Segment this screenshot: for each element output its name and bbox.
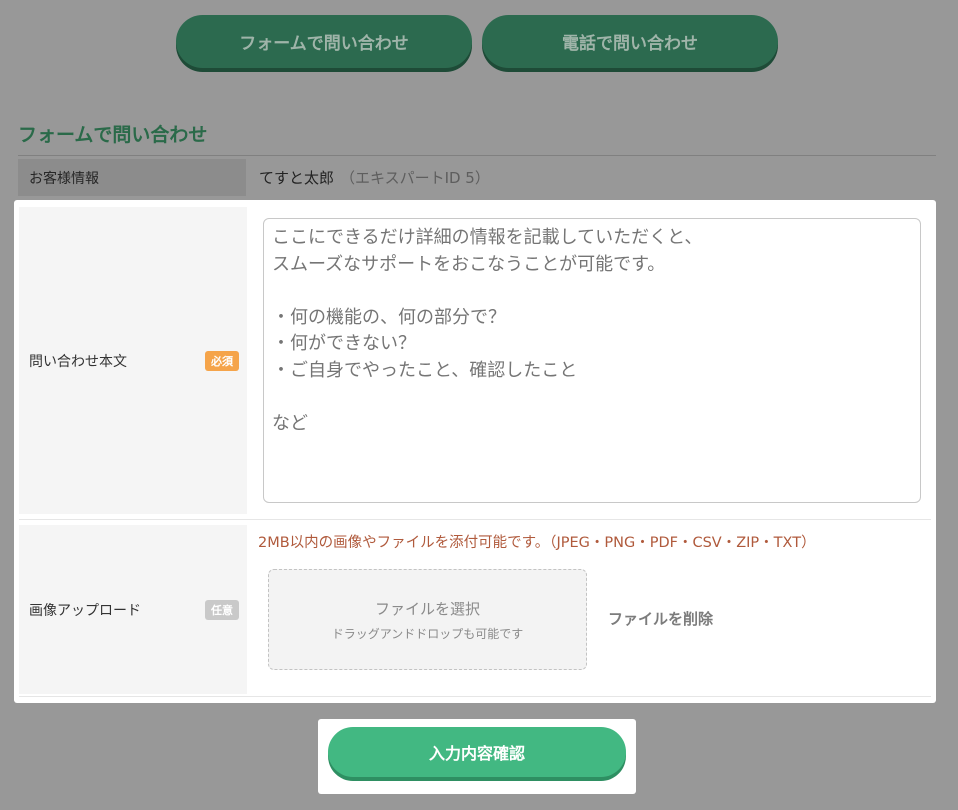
file-dropzone[interactable]: ファイルを選択 ドラッグアンドドロップも可能です xyxy=(268,569,587,670)
customer-info-label: お客様情報 xyxy=(18,159,246,196)
required-badge: 必須 xyxy=(205,350,239,371)
customer-info-value: てすと太郎 （エキスパートID 5） xyxy=(259,159,490,196)
inquiry-body-textarea[interactable] xyxy=(263,218,921,503)
tab-form-inquiry[interactable]: フォームで問い合わせ xyxy=(176,15,472,68)
form-panel: 問い合わせ本文 必須 画像アップロード 任意 2MB以内の画像やファイルを添付可… xyxy=(14,200,936,703)
file-select-label: ファイルを選択 xyxy=(374,600,480,618)
inquiry-body-label: 問い合わせ本文 xyxy=(29,353,127,370)
submit-area: 入力内容確認 xyxy=(318,719,636,794)
customer-name: てすと太郎 xyxy=(259,169,335,187)
image-upload-label: 画像アップロード xyxy=(29,602,141,619)
confirm-input-button[interactable]: 入力内容確認 xyxy=(328,727,626,777)
customer-expert-id: （エキスパートID 5） xyxy=(340,169,490,187)
tab-phone-inquiry[interactable]: 電話で問い合わせ xyxy=(482,15,778,68)
section-title: フォームで問い合わせ xyxy=(18,124,208,146)
optional-badge: 任意 xyxy=(205,599,239,620)
inquiry-body-label-cell: 問い合わせ本文 必須 xyxy=(19,207,247,514)
row-divider xyxy=(19,519,931,520)
delete-file-button[interactable]: ファイルを削除 xyxy=(608,608,713,629)
image-upload-label-cell: 画像アップロード 任意 xyxy=(19,525,247,694)
title-divider xyxy=(18,155,936,156)
upload-note: 2MB以内の画像やファイルを添付可能です。（JPEG・PNG・PDF・CSV・Z… xyxy=(258,535,816,551)
customer-info-label-text: お客様情報 xyxy=(29,170,99,187)
drag-drop-hint: ドラッグアンドドロップも可能です xyxy=(331,627,524,641)
row-divider xyxy=(19,696,931,697)
